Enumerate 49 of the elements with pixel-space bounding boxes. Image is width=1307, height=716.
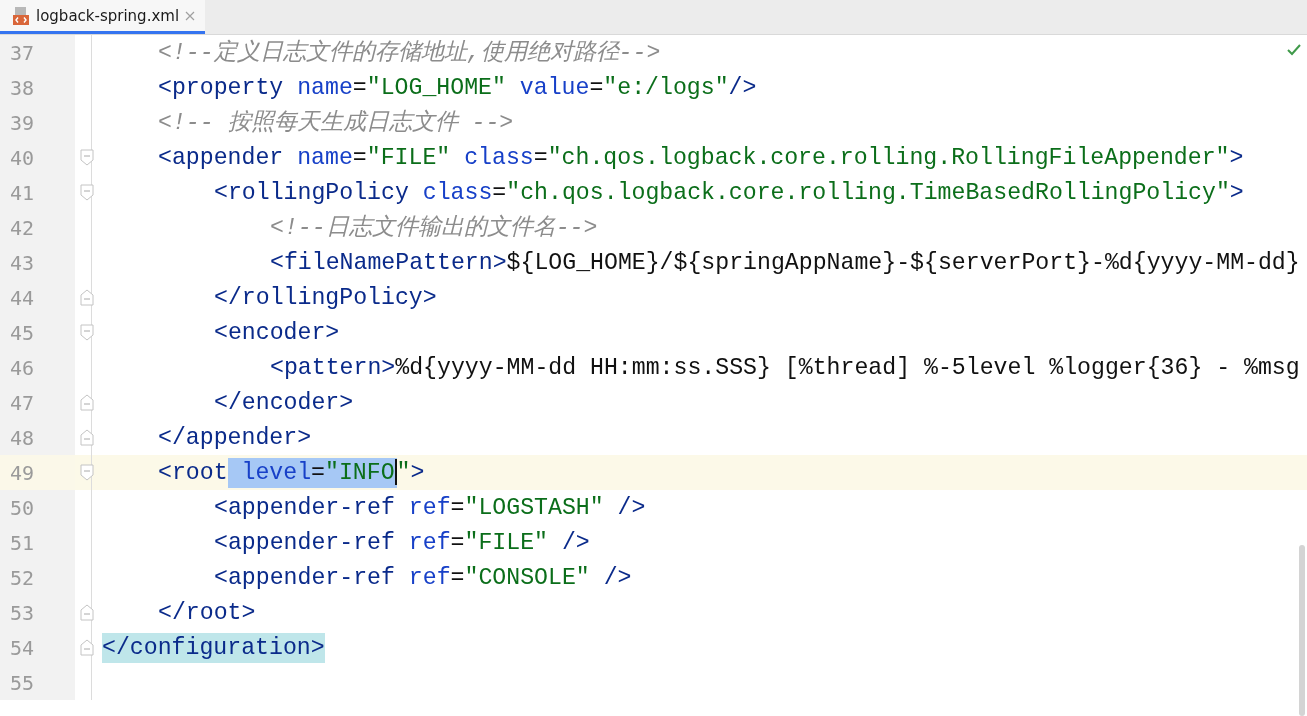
code-line: <fileNamePattern>${LOG_HOME}/${springAppName}-${serverPort}-%d{yyyy-MM-dd} (270, 248, 1300, 278)
line-number: 51 (0, 525, 75, 560)
line-number: 52 (0, 560, 75, 595)
code-line: </encoder> (214, 388, 354, 418)
line-number: 55 (0, 665, 75, 700)
line-number: 41 (0, 175, 75, 210)
line-number: 48 (0, 420, 75, 455)
line-number: 50 (0, 490, 75, 525)
fold-marker-icon[interactable] (79, 184, 94, 201)
code-line: <!--日志文件输出的文件名--> (270, 213, 598, 243)
line-number: 43 (0, 245, 75, 280)
fold-marker-icon[interactable] (79, 289, 94, 306)
code-line: <appender-ref ref="LOGSTASH" /> (214, 493, 646, 523)
close-icon[interactable] (185, 10, 196, 21)
editor-tab[interactable]: logback-spring.xml (0, 0, 206, 34)
code-line: <encoder> (214, 318, 340, 348)
line-number: 42 (0, 210, 75, 245)
code-line: </appender> (158, 423, 312, 453)
line-number: 44 (0, 280, 75, 315)
line-number: 46 (0, 350, 75, 385)
code-line: <property name="LOG_HOME" value="e:/logs"/> (158, 73, 757, 103)
fold-marker-icon[interactable] (79, 149, 94, 166)
code-line: <appender-ref ref="FILE" /> (214, 528, 590, 558)
line-number: 47 (0, 385, 75, 420)
line-number: 38 (0, 70, 75, 105)
fold-marker-icon[interactable] (79, 639, 94, 656)
fold-marker-icon[interactable] (79, 429, 94, 446)
code-line: <pattern>%d{yyyy-MM-dd HH:mm:ss.SSS} [%thread] %-5level %logger{36} - %msg (270, 353, 1300, 383)
code-line: <!-- 按照每天生成日志文件 --> (158, 108, 514, 138)
code-line: <root level="INFO"> (158, 457, 425, 488)
line-number: 37 (0, 35, 75, 70)
line-number: 45 (0, 315, 75, 350)
code-line: <rollingPolicy class="ch.qos.logback.core.rolling.TimeBasedRollingPolicy"> (214, 178, 1244, 208)
fold-marker-icon[interactable] (79, 464, 94, 481)
scrollbar-thumb[interactable] (1299, 545, 1305, 716)
line-number: 39 (0, 105, 75, 140)
fold-marker-icon[interactable] (79, 604, 94, 621)
line-number: 53 (0, 595, 75, 630)
code-line: <!--定义日志文件的存储地址,使用绝对路径--> (158, 38, 661, 68)
code-line: </root> (158, 598, 256, 628)
line-number: 40 (0, 140, 75, 175)
check-icon[interactable] (1287, 44, 1301, 56)
fold-marker-icon[interactable] (79, 324, 94, 341)
code-line: <appender-ref ref="CONSOLE" /> (214, 563, 632, 593)
line-number: 54 (0, 630, 75, 665)
code-line: <appender name="FILE" class="ch.qos.logback.core.rolling.RollingFileAppender"> (158, 143, 1244, 173)
xml-file-icon (12, 5, 30, 26)
code-line: </rollingPolicy> (214, 283, 437, 313)
fold-marker-icon[interactable] (79, 394, 94, 411)
